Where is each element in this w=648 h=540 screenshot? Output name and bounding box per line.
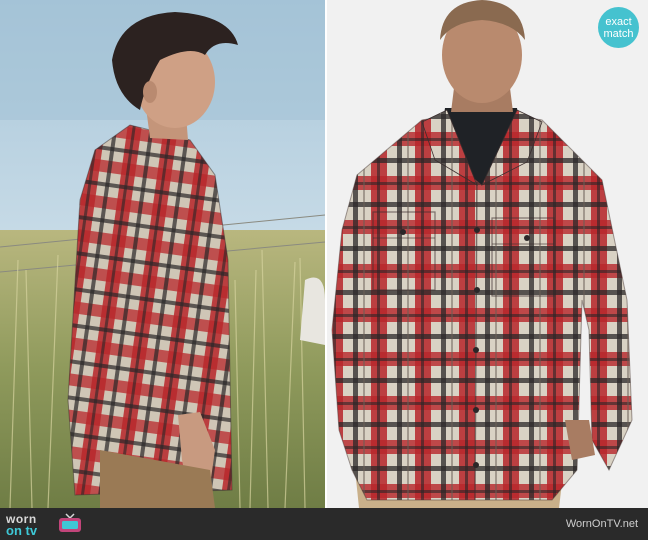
left-photo-illustration <box>0 0 325 508</box>
tv-icon <box>58 513 82 533</box>
footer-bar <box>0 508 648 540</box>
right-photo-illustration <box>327 0 648 508</box>
site-watermark: WornOnTV.net <box>565 518 638 530</box>
left-photo <box>0 0 325 508</box>
right-photo <box>327 0 648 508</box>
exact-match-badge: exact match <box>598 7 639 48</box>
logo-text-on-tv: on tv <box>6 523 38 538</box>
badge-line-1: exact <box>605 15 632 28</box>
badge-line-2: match <box>603 27 634 40</box>
